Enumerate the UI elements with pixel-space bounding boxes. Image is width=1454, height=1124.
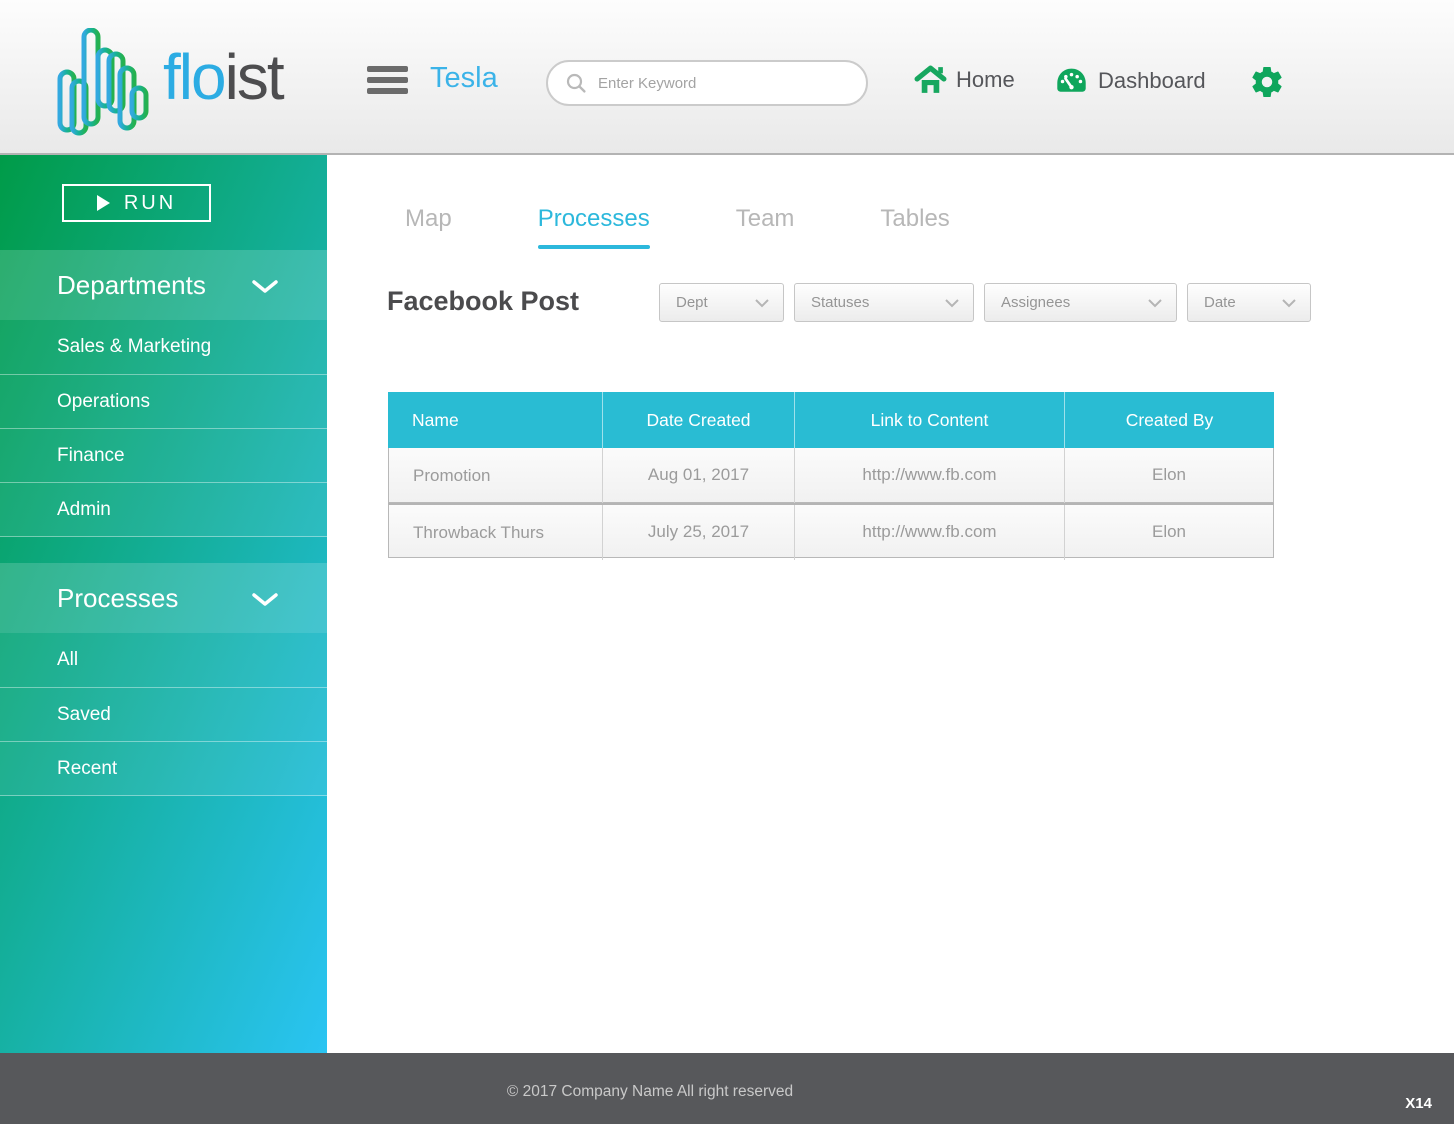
search-box[interactable]: [546, 60, 868, 106]
filter-dropdown-assignees[interactable]: Assignees: [984, 283, 1177, 322]
sidebar-item-saved[interactable]: Saved: [0, 687, 327, 741]
sidebar-item-sales-marketing[interactable]: Sales & Marketing: [0, 320, 327, 374]
tab-processes[interactable]: Processes: [537, 205, 650, 249]
footer: © 2017 Company Name All right reserved X…: [0, 1053, 1454, 1124]
sidebar-item-all[interactable]: All: [0, 633, 327, 687]
cell-created-by: Elon: [1064, 448, 1273, 503]
tab-tables[interactable]: Tables: [880, 205, 949, 249]
table-row[interactable]: Throwback Thurs July 25, 2017 http://www…: [388, 503, 1274, 560]
top-header: floist Tesla Home: [0, 0, 1454, 155]
active-tab-underline: [537, 245, 650, 249]
chevron-down-icon: [252, 593, 278, 606]
brand-wordmark-secondary: ist: [224, 41, 285, 113]
search-input[interactable]: [598, 74, 848, 92]
dropdown-chevron-icon: [1148, 298, 1162, 307]
dashboard-icon: [1057, 68, 1086, 92]
cell-name: Promotion: [413, 465, 491, 485]
run-button-label: RUN: [123, 191, 177, 214]
filter-dropdown-date[interactable]: Date: [1187, 283, 1311, 322]
column-header-name: Name: [412, 409, 459, 430]
sidebar: RUN Departments Sales & Marketing Operat…: [0, 155, 327, 1053]
cell-date-created: Aug 01, 2017: [602, 448, 794, 503]
sidebar-item-operations[interactable]: Operations: [0, 374, 327, 428]
cell-name: Throwback Thurs: [413, 522, 545, 542]
processes-table: Name Date Created Link to Content Create…: [388, 392, 1274, 560]
sidebar-section-processes-title: Processes: [57, 583, 179, 613]
brand-wordmark: floist: [163, 28, 285, 126]
sidebar-section-departments[interactable]: Departments: [0, 250, 327, 320]
sidebar-departments-list: Sales & Marketing Operations Finance Adm…: [0, 320, 327, 537]
main-content: Map Processes Team Tables Facebook Post …: [327, 155, 1454, 1053]
cell-link: http://www.fb.com: [794, 505, 1064, 560]
page-title: Facebook Post: [387, 286, 580, 316]
nav-home[interactable]: Home: [914, 64, 1015, 95]
run-button[interactable]: RUN: [62, 184, 211, 222]
nav-home-label: Home: [956, 66, 1015, 92]
settings-gear-icon[interactable]: [1249, 64, 1285, 100]
brand-logo[interactable]: floist: [55, 28, 285, 136]
cell-created-by: Elon: [1064, 505, 1273, 560]
table-header-row: Name Date Created Link to Content Create…: [388, 392, 1274, 448]
sidebar-item-recent[interactable]: Recent: [0, 741, 327, 795]
play-icon: [96, 195, 110, 211]
dropdown-chevron-icon: [755, 298, 769, 307]
search-icon: [566, 73, 586, 93]
tab-map[interactable]: Map: [405, 205, 452, 249]
filter-bar: Dept Statuses Assignees Date: [659, 283, 1311, 322]
cell-date-created: July 25, 2017: [602, 505, 794, 560]
menu-icon[interactable]: [367, 66, 408, 94]
tab-team[interactable]: Team: [736, 205, 795, 249]
page-ref-label: X14: [1405, 1095, 1432, 1112]
workspace-name[interactable]: Tesla: [430, 62, 498, 95]
floist-logo-icon: [57, 28, 149, 136]
nav-dashboard[interactable]: Dashboard: [1054, 66, 1206, 95]
filter-dropdown-dept[interactable]: Dept: [659, 283, 784, 322]
table-row[interactable]: Promotion Aug 01, 2017 http://www.fb.com…: [388, 448, 1274, 503]
home-icon: [914, 65, 947, 93]
sidebar-item-admin[interactable]: Admin: [0, 482, 327, 536]
column-header-created-by: Created By: [1064, 392, 1274, 448]
tab-bar: Map Processes Team Tables: [405, 205, 950, 249]
sidebar-item-finance[interactable]: Finance: [0, 428, 327, 482]
brand-wordmark-primary: flo: [163, 41, 227, 113]
sidebar-processes-list: All Saved Recent: [0, 633, 327, 796]
column-header-link: Link to Content: [794, 392, 1064, 448]
copyright-text: © 2017 Company Name All right reserved: [506, 1083, 794, 1100]
chevron-down-icon: [252, 280, 278, 293]
sidebar-section-processes[interactable]: Processes: [0, 563, 327, 633]
column-header-date-created: Date Created: [602, 392, 794, 448]
dropdown-chevron-icon: [1282, 298, 1296, 307]
cell-link: http://www.fb.com: [794, 448, 1064, 503]
app-root: floist Tesla Home: [0, 0, 1454, 1124]
dropdown-chevron-icon: [945, 298, 959, 307]
sidebar-section-departments-title: Departments: [57, 270, 206, 300]
filter-dropdown-statuses[interactable]: Statuses: [794, 283, 974, 322]
nav-dashboard-label: Dashboard: [1098, 67, 1206, 93]
